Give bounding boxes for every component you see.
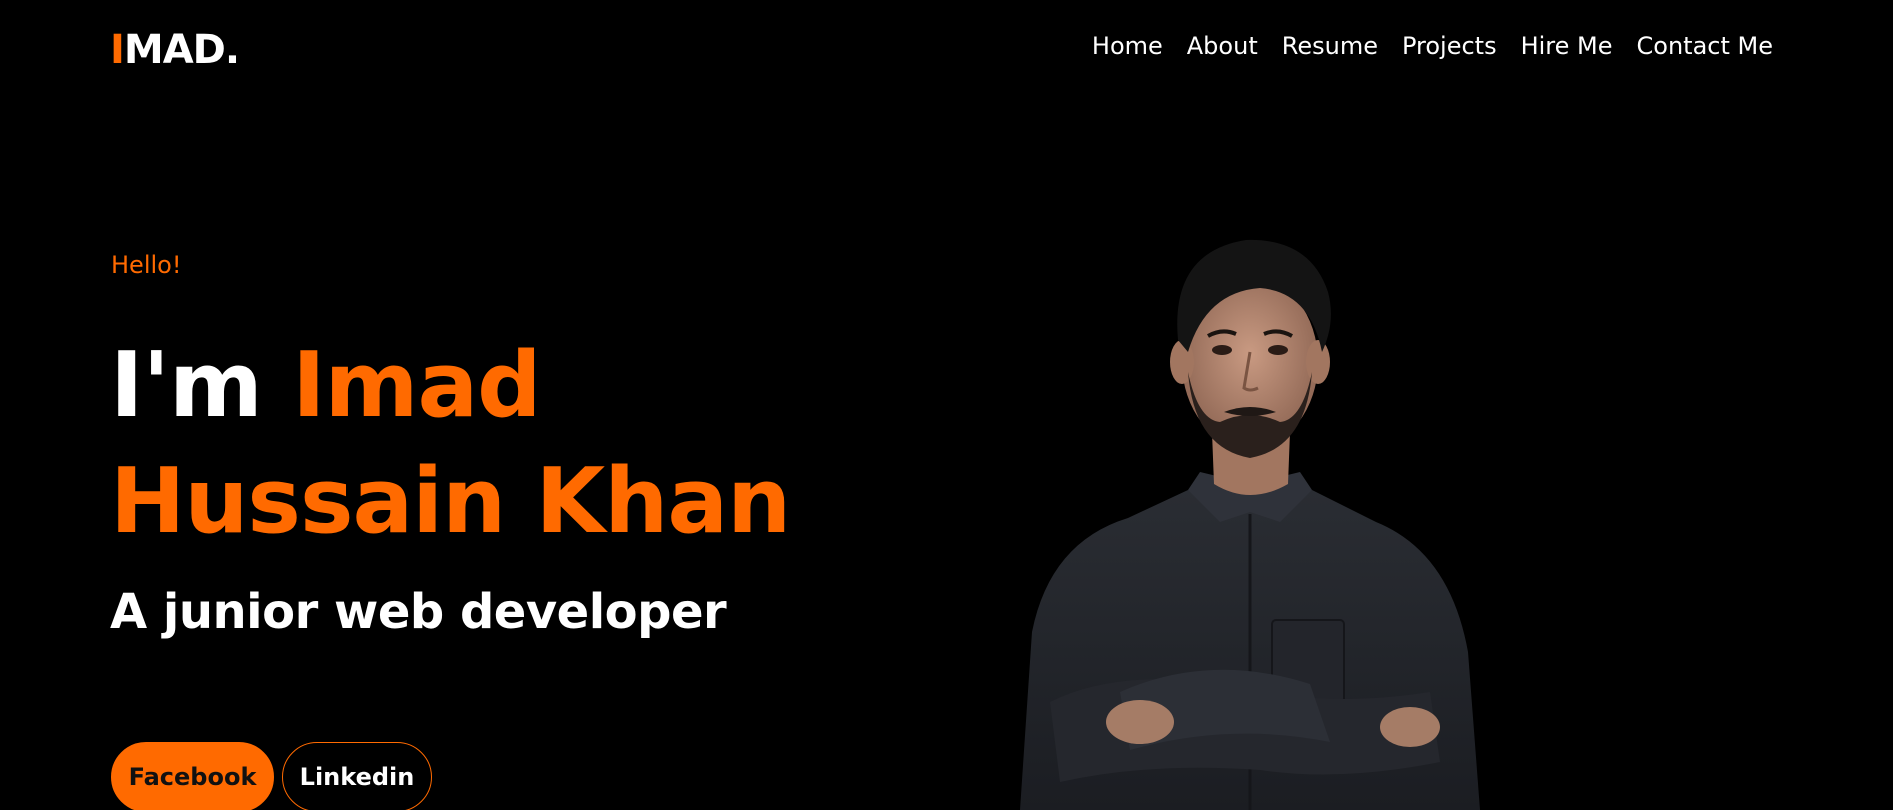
hero-name-last: Hussain Khan — [110, 449, 791, 554]
nav-home[interactable]: Home — [1092, 30, 1163, 62]
logo[interactable]: IMAD. — [110, 27, 240, 73]
hero-title: I'm Imad Hussain Khan — [110, 328, 910, 560]
facebook-button[interactable]: Facebook — [111, 742, 274, 810]
page: IMAD. Home About Resume Projects Hire Me… — [0, 0, 1893, 810]
nav-about[interactable]: About — [1187, 30, 1258, 62]
hero-greeting: Hello! — [111, 251, 182, 279]
profile-photo — [1020, 239, 1480, 810]
hero-title-prefix: I'm — [110, 333, 263, 438]
logo-accent-letter: I — [110, 27, 125, 73]
main-nav: Home About Resume Projects Hire Me Conta… — [1092, 30, 1773, 62]
nav-resume[interactable]: Resume — [1282, 30, 1378, 62]
nav-contact-me[interactable]: Contact Me — [1637, 30, 1773, 62]
hero-subtitle: A junior web developer — [110, 584, 727, 640]
linkedin-button[interactable]: Linkedin — [282, 742, 432, 810]
nav-hire-me[interactable]: Hire Me — [1521, 30, 1613, 62]
logo-text: MAD. — [123, 27, 240, 73]
social-buttons: Facebook Linkedin — [111, 742, 432, 810]
hero-name-first: Imad — [292, 333, 541, 438]
nav-projects[interactable]: Projects — [1402, 30, 1497, 62]
